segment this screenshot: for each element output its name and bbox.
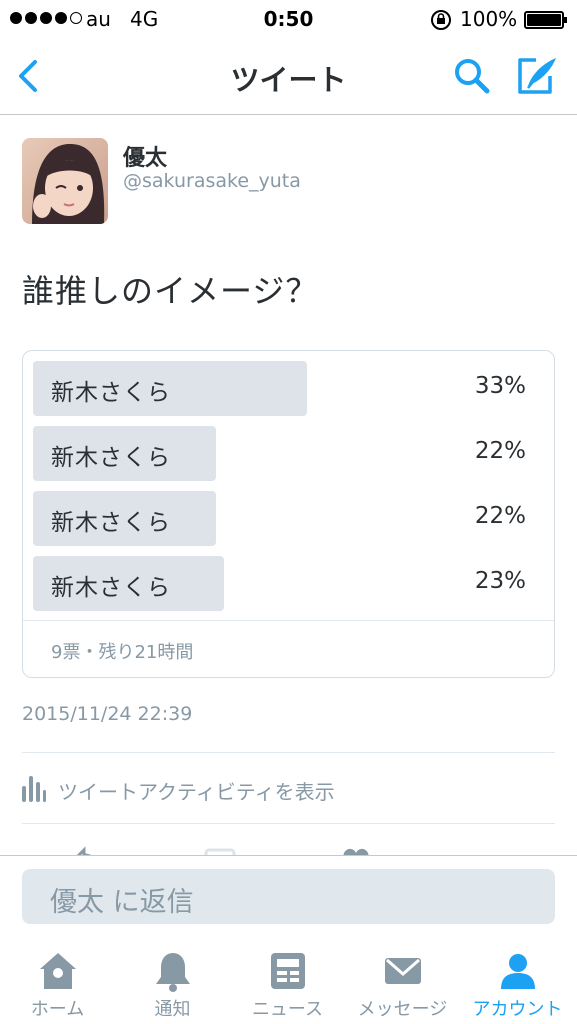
poll-option-percent: 23% — [474, 568, 526, 594]
poll-option-percent: 22% — [474, 438, 526, 464]
home-icon — [39, 953, 76, 989]
avatar-photo — [22, 138, 108, 224]
poll-divider — [23, 620, 554, 621]
tab-label: メッセージ — [357, 999, 448, 1020]
envelope-icon — [384, 958, 421, 984]
tab-account[interactable]: アカウント — [460, 937, 575, 1024]
navigation-bar: ツイート — [0, 40, 577, 115]
poll-option-label: 新木さくら — [51, 380, 171, 406]
tab-messages[interactable]: メッセージ — [345, 937, 460, 1024]
bar-chart-icon — [22, 776, 46, 802]
poll-option-percent: 33% — [474, 373, 526, 399]
reply-input[interactable]: 優太 に返信 — [22, 869, 555, 924]
status-bar: au 4G 0:50 100% — [0, 0, 577, 40]
poll-option[interactable]: 新木さくら 22% — [33, 491, 546, 546]
battery-icon — [524, 11, 567, 29]
author-display-name[interactable]: 優太 — [123, 140, 167, 172]
poll-option[interactable]: 新木さくら 33% — [33, 361, 546, 416]
compose-icon — [518, 58, 556, 94]
tab-home[interactable]: ホーム — [0, 937, 115, 1024]
poll-option-percent: 22% — [474, 503, 526, 529]
search-icon — [455, 59, 490, 94]
person-icon — [500, 954, 535, 989]
tab-bar: ホーム 通知 ニュース メッセージ アカウント — [0, 937, 577, 1024]
poll-option-label: 新木さくら — [51, 445, 171, 471]
tab-news[interactable]: ニュース — [230, 937, 345, 1024]
tab-label: ニュース — [251, 999, 324, 1020]
tab-notifications[interactable]: 通知 — [115, 937, 230, 1024]
poll-card: 新木さくら 33% 新木さくら 22% 新木さくら 22% 新木さくら 23% … — [22, 350, 555, 678]
tab-label: ホーム — [30, 999, 85, 1020]
news-icon — [270, 953, 305, 989]
reply-bar: 優太 に返信 — [0, 855, 577, 937]
tweet-timestamp: 2015/11/24 22:39 — [22, 703, 193, 725]
tweet-activity-label: ツイートアクティビティを表示 — [58, 780, 335, 804]
battery-percent: 100% — [460, 7, 518, 31]
tweet-text: 誰推しのイメージ？ — [22, 272, 319, 310]
tab-label: 通知 — [154, 999, 191, 1020]
divider — [22, 752, 555, 753]
author-username[interactable]: @sakurasake_yuta — [123, 170, 301, 192]
poll-option-label: 新木さくら — [51, 575, 171, 601]
poll-option[interactable]: 新木さくら 22% — [33, 426, 546, 481]
tweet-activity-link[interactable]: ツイートアクティビティを表示 — [22, 770, 555, 810]
avatar[interactable] — [22, 138, 108, 224]
bell-icon — [155, 953, 190, 992]
rotation-lock-icon — [431, 10, 451, 30]
divider — [22, 823, 555, 824]
poll-option-label: 新木さくら — [51, 510, 171, 536]
compose-tweet-button[interactable] — [514, 54, 560, 98]
poll-option[interactable]: 新木さくら 23% — [33, 556, 546, 611]
poll-vote-count: 9票・残り21時間 — [51, 642, 194, 663]
tab-label: アカウント — [472, 999, 563, 1020]
search-button[interactable] — [450, 54, 494, 98]
